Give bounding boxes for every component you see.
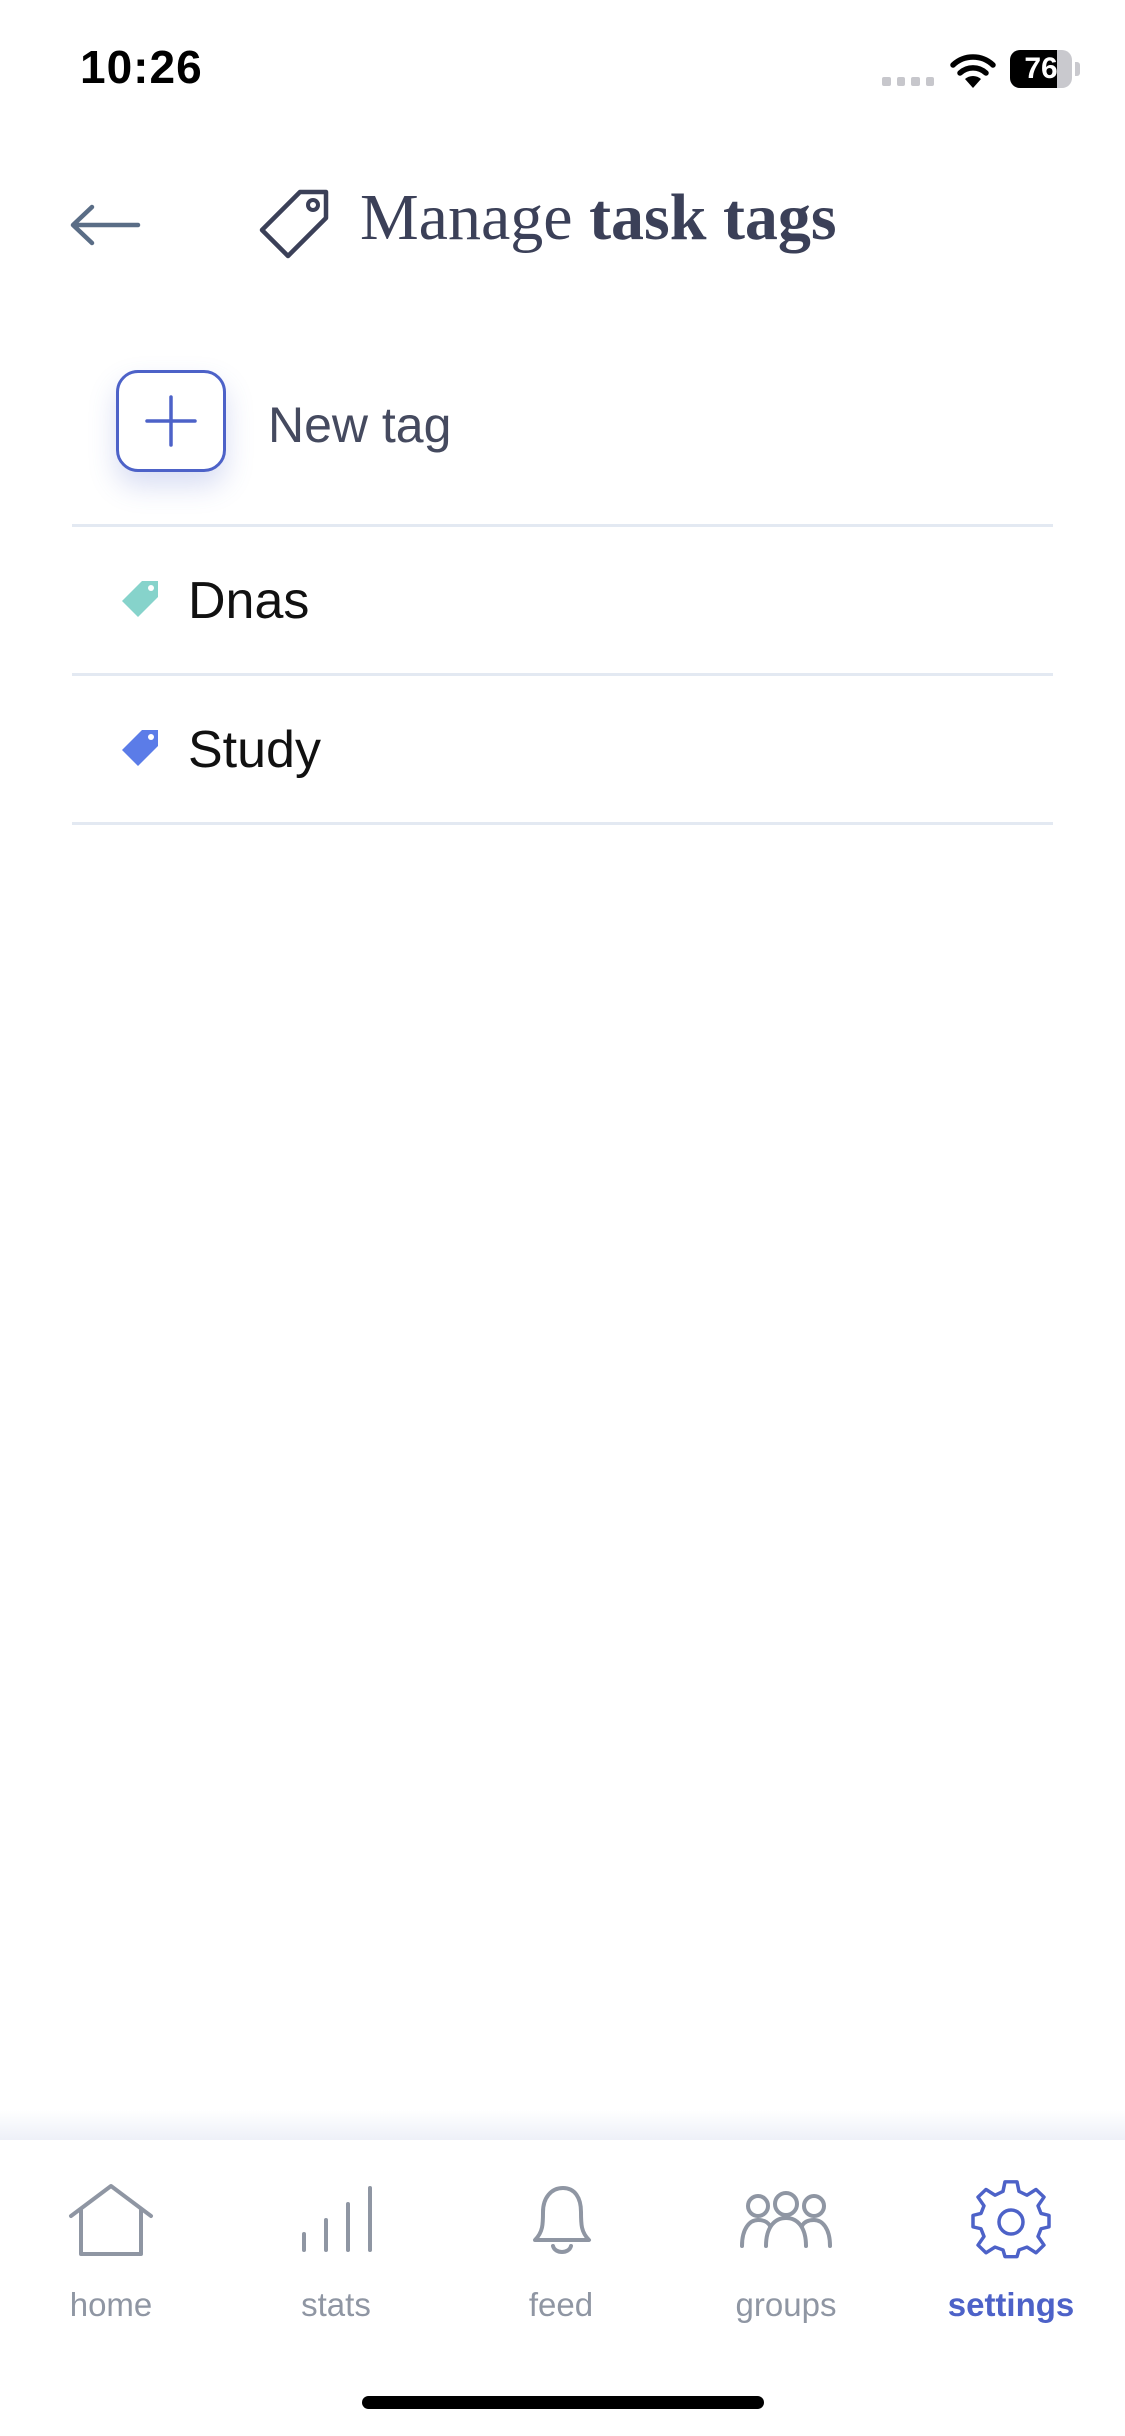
bell-icon [533,2186,591,2254]
add-tag-box[interactable] [116,370,226,472]
stats-bars-icon [302,2186,372,2252]
groups-icon [740,2191,832,2248]
nav-label-groups: groups [735,2286,837,2323]
back-button[interactable] [60,190,150,260]
plus-icon [145,395,197,447]
battery-icon: 76 [1010,50,1080,88]
tag-icon [122,581,158,617]
bottom-nav-shadow [0,2110,1125,2140]
nav-groups[interactable]: groups [686,2180,886,2340]
tag-outline-icon [259,189,329,259]
tag-label: Study [188,721,321,779]
home-indicator [362,2396,764,2409]
page-title-regular: Manage [360,181,590,254]
nav-home[interactable]: home [11,2180,211,2340]
page-title-bold: task tags [589,181,837,254]
home-icon [69,2184,153,2256]
nav-label-settings: settings [947,2286,1075,2323]
tag-row-dnas[interactable]: Dnas [72,527,1053,672]
arrow-left-icon [70,204,141,246]
nav-stats[interactable]: stats [236,2180,436,2340]
nav-label-stats: stats [301,2286,371,2323]
tag-label: Dnas [188,572,310,630]
header: Manage task tags [0,170,1125,280]
new-tag-button[interactable]: New tag [72,360,1052,490]
battery-percent: 76 [1024,52,1058,85]
bottom-nav: home stats feed groups settings [0,2140,1125,2436]
tag-icon [122,730,158,766]
nav-settings[interactable]: settings [911,2180,1111,2340]
status-bar: 10:26 76 [0,0,1125,140]
status-time: 10:26 [80,41,203,93]
nav-feed[interactable]: feed [461,2180,661,2340]
cellular-signal-icon [882,72,934,86]
nav-label-feed: feed [528,2286,594,2323]
gear-icon [971,2180,1051,2259]
page-title: Manage task tags [360,180,837,256]
new-tag-label: New tag [268,397,452,453]
nav-label-home: home [69,2286,153,2323]
tag-row-study[interactable]: Study [72,676,1053,821]
divider [72,822,1053,825]
wifi-icon [950,54,996,88]
